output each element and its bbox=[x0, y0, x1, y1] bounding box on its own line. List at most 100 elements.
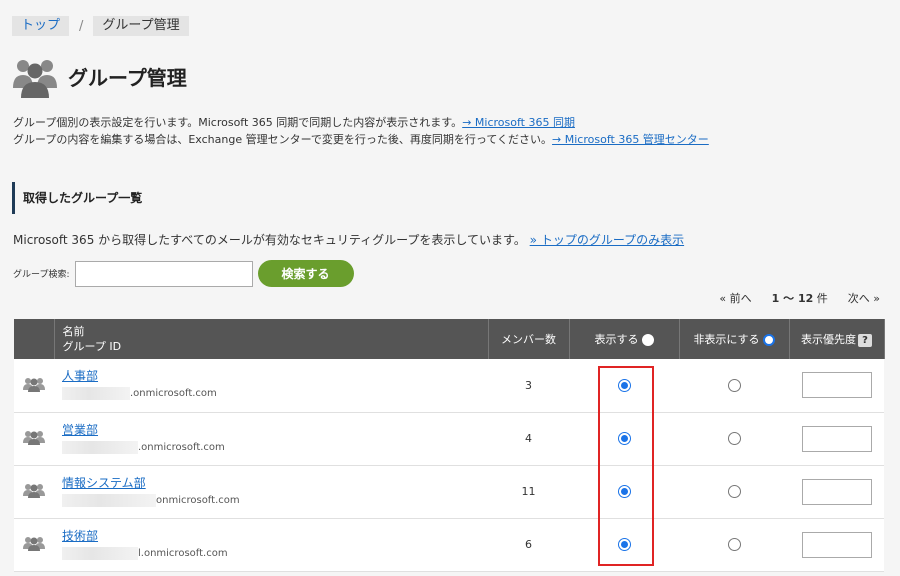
group-id: .onmicrosoft.com bbox=[62, 440, 488, 454]
hide-cell bbox=[679, 359, 789, 413]
header-priority: 表示優先度? bbox=[789, 319, 885, 359]
member-count: 6 bbox=[488, 518, 569, 572]
redacted-id bbox=[62, 440, 138, 454]
member-count: 11 bbox=[488, 465, 569, 519]
show-radio[interactable] bbox=[617, 538, 631, 552]
row-icon-cell bbox=[14, 412, 54, 466]
group-icon bbox=[23, 484, 45, 498]
hide-cell bbox=[679, 412, 789, 466]
section-title: 取得したグループ一覧 bbox=[12, 182, 142, 214]
group-id-suffix: .onmicrosoft.com bbox=[130, 388, 217, 400]
group-search: グループ検索: 検索する bbox=[13, 260, 354, 287]
hide-radio[interactable] bbox=[727, 379, 741, 392]
search-button[interactable]: 検索する bbox=[257, 260, 354, 287]
header-group-id-label: グループ ID bbox=[62, 340, 122, 353]
group-users-icon bbox=[13, 60, 57, 98]
table-header-row: 名前 グループ ID メンバー数 表示する 非表示にする 表示優先度? bbox=[14, 319, 885, 359]
header-show: 表示する bbox=[569, 319, 680, 359]
pager-range: 1 〜 12 bbox=[771, 292, 814, 305]
group-id-suffix: l.onmicrosoft.com bbox=[138, 547, 228, 559]
priority-cell bbox=[789, 412, 884, 466]
priority-input[interactable] bbox=[801, 372, 872, 399]
show-all-radio[interactable] bbox=[641, 334, 654, 346]
redacted-id bbox=[62, 546, 138, 560]
header-show-label: 表示する bbox=[594, 333, 639, 346]
help-icon[interactable]: ? bbox=[858, 333, 872, 347]
breadcrumb-current: グループ管理 bbox=[93, 16, 189, 36]
group-name-link[interactable]: 人事部 bbox=[62, 367, 98, 384]
pager-prev-link[interactable]: « 前へ bbox=[719, 290, 751, 306]
header-hide: 非表示にする bbox=[679, 319, 790, 359]
list-description-text: Microsoft 365 から取得したすべてのメールが有効なセキュリティグルー… bbox=[13, 233, 526, 247]
table-row: 情報システム部 onmicrosoft.com 11 bbox=[14, 465, 884, 519]
group-name-link[interactable]: 営業部 bbox=[62, 421, 98, 438]
header-name: 名前 グループ ID bbox=[54, 319, 489, 359]
hide-radio[interactable] bbox=[727, 485, 741, 499]
show-radio[interactable] bbox=[617, 485, 631, 499]
group-icon bbox=[23, 377, 45, 392]
header-priority-label: 表示優先度 bbox=[801, 333, 856, 346]
search-input[interactable] bbox=[74, 260, 253, 287]
m365-sync-link[interactable]: → Microsoft 365 同期 bbox=[462, 116, 575, 129]
show-cell bbox=[569, 359, 679, 413]
group-icon bbox=[23, 431, 45, 445]
priority-input[interactable] bbox=[801, 425, 872, 452]
group-table: 名前 グループ ID メンバー数 表示する 非表示にする 表示優先度? 人事部 … bbox=[14, 319, 885, 572]
group-id: l.onmicrosoft.com bbox=[62, 546, 488, 560]
row-name-cell: 人事部 .onmicrosoft.com bbox=[54, 359, 488, 413]
pager: « 前へ 1 〜 12 件 次へ » bbox=[719, 290, 880, 306]
page-description: グループ個別の表示設定を行います。Microsoft 365 同期で同期した内容… bbox=[13, 114, 709, 148]
header-hide-label: 非表示にする bbox=[693, 333, 760, 346]
priority-cell bbox=[789, 465, 884, 519]
table-row: 人事部 .onmicrosoft.com 3 bbox=[14, 359, 884, 413]
description-line2: グループの内容を編集する場合は、Exchange 管理センターで変更を行った後、… bbox=[13, 133, 553, 146]
member-count: 4 bbox=[488, 412, 569, 466]
member-count: 3 bbox=[488, 359, 569, 413]
priority-cell bbox=[789, 359, 884, 413]
search-label: グループ検索: bbox=[13, 270, 70, 280]
row-name-cell: 情報システム部 onmicrosoft.com bbox=[54, 465, 488, 519]
group-icon bbox=[23, 537, 45, 551]
table-row: 技術部 l.onmicrosoft.com 6 bbox=[14, 518, 884, 572]
group-name-link[interactable]: 技術部 bbox=[62, 527, 98, 544]
priority-input[interactable] bbox=[801, 478, 872, 505]
hide-all-radio[interactable] bbox=[762, 334, 775, 346]
row-name-cell: 技術部 l.onmicrosoft.com bbox=[54, 518, 488, 572]
show-radio[interactable] bbox=[617, 432, 631, 446]
hide-cell bbox=[679, 465, 789, 519]
page-title: グループ管理 bbox=[68, 65, 187, 90]
row-icon-cell bbox=[14, 465, 54, 519]
row-name-cell: 営業部 .onmicrosoft.com bbox=[54, 412, 488, 466]
description-line1: グループ個別の表示設定を行います。Microsoft 365 同期で同期した内容… bbox=[13, 116, 463, 129]
hide-radio[interactable] bbox=[727, 432, 741, 446]
header-icon-col bbox=[14, 319, 55, 359]
header-members: メンバー数 bbox=[488, 319, 570, 359]
breadcrumb-separator: / bbox=[79, 18, 84, 34]
show-cell bbox=[569, 518, 679, 572]
row-icon-cell bbox=[14, 359, 54, 413]
page-header: グループ管理 bbox=[12, 52, 187, 100]
group-id-suffix: onmicrosoft.com bbox=[156, 494, 240, 506]
group-id-suffix: .onmicrosoft.com bbox=[138, 441, 225, 453]
top-groups-only-link[interactable]: » トップのグループのみ表示 bbox=[530, 233, 684, 247]
header-name-label: 名前 bbox=[62, 325, 85, 338]
priority-input[interactable] bbox=[801, 531, 872, 558]
hide-radio[interactable] bbox=[727, 538, 741, 552]
pager-next-link[interactable]: 次へ » bbox=[848, 290, 880, 306]
breadcrumb-home-link[interactable]: トップ bbox=[12, 16, 70, 36]
m365-admin-center-link[interactable]: → Microsoft 365 管理センター bbox=[552, 133, 709, 146]
group-name-link[interactable]: 情報システム部 bbox=[62, 474, 146, 491]
group-id: .onmicrosoft.com bbox=[62, 387, 488, 401]
breadcrumb: トップ / グループ管理 bbox=[12, 16, 189, 36]
show-radio[interactable] bbox=[617, 379, 631, 392]
row-icon-cell bbox=[14, 518, 54, 572]
list-description: Microsoft 365 から取得したすべてのメールが有効なセキュリティグルー… bbox=[13, 231, 684, 248]
show-cell bbox=[569, 465, 679, 519]
show-cell bbox=[569, 412, 679, 466]
pager-count: 1 〜 12 件 bbox=[772, 290, 828, 306]
redacted-id bbox=[62, 387, 130, 401]
group-id: onmicrosoft.com bbox=[62, 493, 488, 507]
pager-unit: 件 bbox=[816, 292, 828, 305]
table-row: 営業部 .onmicrosoft.com 4 bbox=[14, 412, 884, 466]
hide-cell bbox=[679, 518, 789, 572]
